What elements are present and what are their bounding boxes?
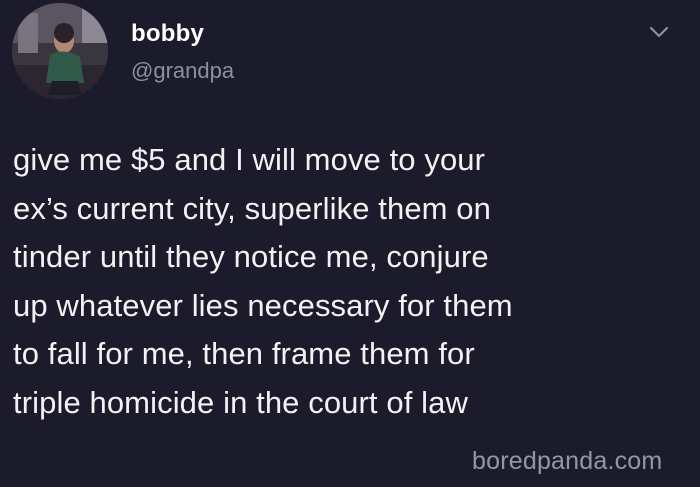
profile-photo — [12, 3, 108, 99]
display-name[interactable]: bobby — [131, 20, 204, 48]
tweet-text: give me $5 and I will move to your ex’s … — [13, 142, 513, 420]
chevron-down-icon[interactable] — [648, 24, 670, 40]
tweet-card: bobby @grandpa give me $5 and I will mov… — [0, 0, 700, 487]
watermark: boredpanda.com — [472, 447, 663, 475]
avatar[interactable] — [12, 3, 108, 99]
user-handle[interactable]: @grandpa — [131, 58, 234, 84]
